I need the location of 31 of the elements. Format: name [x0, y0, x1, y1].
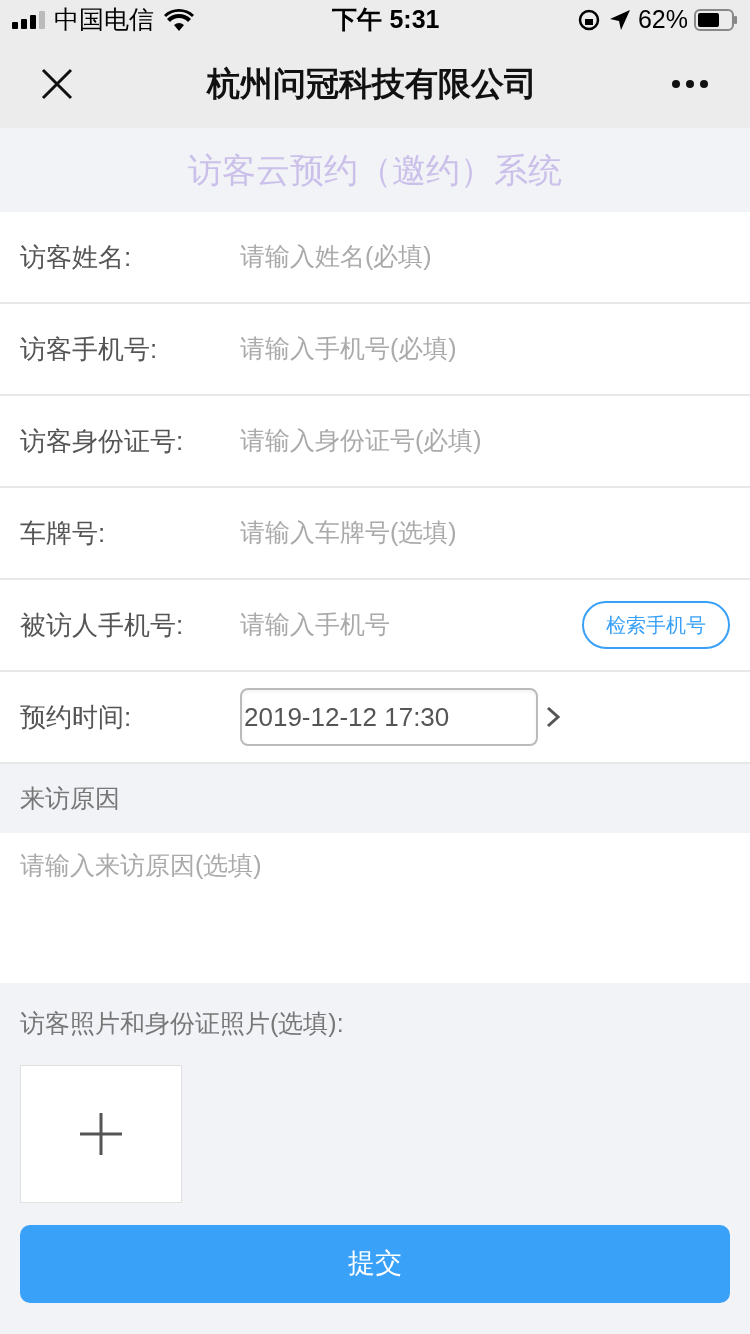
input-field[interactable]: 请输入手机号(必填) [240, 330, 730, 368]
close-icon [41, 68, 73, 100]
search-phone-button[interactable]: 检索手机号 [582, 601, 730, 649]
page-title: 杭州问冠科技有限公司 [207, 64, 537, 105]
close-button[interactable] [40, 67, 74, 101]
date-field[interactable]: 2019-12-12 17:30 [240, 688, 538, 746]
input-field[interactable]: 请输入车牌号(选填) [240, 514, 730, 552]
clock-time: 下午 5:31 [332, 4, 440, 36]
field-label: 访客身份证号: [20, 424, 185, 458]
field-label: 车牌号: [20, 516, 107, 550]
wifi-icon [164, 9, 194, 31]
signal-icon [12, 11, 46, 29]
battery-percent: 62% [637, 4, 688, 36]
chevron-right-icon [546, 706, 560, 728]
section-label: 来访原因 [20, 782, 120, 814]
location-icon [609, 10, 630, 30]
rotation-lock-icon [577, 9, 600, 31]
field-label: 预约时间: [20, 700, 133, 734]
input-field[interactable]: 请输入手机号 [240, 606, 572, 644]
section-label: 访客照片和身份证照片(选填): [20, 1009, 344, 1037]
plus-icon [80, 1112, 122, 1155]
input-field[interactable]: 请输入身份证号(必填) [240, 422, 730, 460]
carrier-name: 中国电信 [54, 4, 154, 36]
more-icon [671, 79, 709, 89]
submit-button[interactable]: 提交 [20, 1224, 730, 1303]
field-label: 访客姓名: [20, 240, 133, 274]
reason-textarea[interactable]: 请输入来访原因(选填) [0, 833, 750, 983]
field-label: 被访人手机号: [20, 608, 185, 642]
field-label: 访客手机号: [20, 332, 159, 366]
battery-icon [694, 9, 738, 31]
input-field[interactable]: 请输入姓名(必填) [240, 238, 730, 276]
